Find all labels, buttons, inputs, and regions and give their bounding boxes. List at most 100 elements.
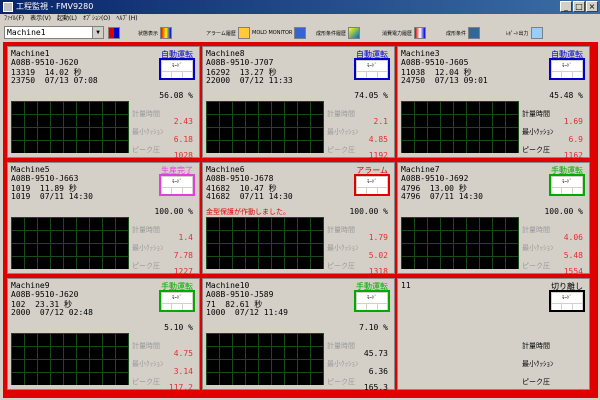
machine-grid: Machine1 A08B-9510-J620 13319 14.02 秒 23750…	[3, 42, 598, 398]
peak-pressure-value: 1028	[173, 151, 193, 160]
target-count: 24750	[401, 76, 426, 85]
peak-pressure-label: ピーク圧	[522, 146, 550, 154]
maximize-button[interactable]: □	[573, 1, 585, 12]
menu-view[interactable]: 表示(V)	[30, 14, 51, 24]
power-icon	[414, 27, 427, 39]
machine-code: A08B-9510-J620	[11, 58, 79, 67]
trend-graph	[11, 101, 129, 153]
machine-name: Machine6	[206, 165, 245, 174]
machine-panel[interactable]: Machine3 A08B-9510-J605 11038 12.04 秒 24750…	[397, 46, 590, 160]
measure-time-label: 計量時間	[327, 226, 355, 234]
target-row: 1000 07/12 11:49	[206, 308, 288, 317]
datetime: 07/11 14:30	[239, 192, 293, 201]
machine-panel[interactable]: Machine5 A08B-9510-J663 1019 11.89 秒 1019 0…	[7, 162, 200, 276]
condition-history-button[interactable]: 成形条件履歴	[316, 26, 361, 40]
machine-icon: ﾓｰﾄﾞ	[357, 293, 387, 303]
machine-name: Machine5	[11, 165, 50, 174]
measure-time-label: 計量時間	[522, 110, 550, 118]
window-title: 工程監視 - FMV9280	[16, 2, 94, 11]
trend-graph	[11, 217, 129, 269]
app-icon	[3, 2, 13, 12]
trend-graph	[206, 333, 324, 385]
progress-percent: 56.08 %	[159, 91, 193, 100]
menu-help[interactable]: ﾍﾙﾌﾟ(H)	[116, 14, 137, 24]
machine-panel[interactable]: Machine9 A08B-9510-J620 102 23.31 秒 2000 07…	[7, 278, 200, 392]
main-window: 工程監視 - FMV9280 _ □ × ﾌｧｲﾙ(F) 表示(V) 起動(L)…	[0, 0, 600, 400]
close-button[interactable]: ×	[586, 1, 598, 12]
menu-options[interactable]: ｵﾌﾟｼｮﾝ(O)	[83, 14, 110, 24]
machine-name: Machine1	[11, 49, 50, 58]
machine-code: A08B-9510-J620	[11, 290, 79, 299]
machine-icon: ﾓｰﾄﾞ	[552, 293, 582, 303]
min-cushion-label: 最小ｸｯｼｮﾝ	[522, 360, 554, 368]
conditions-button[interactable]: 成形条件	[446, 26, 481, 40]
status-indicator: ﾓｰﾄﾞ	[549, 58, 585, 80]
progress-percent: 100.00 %	[349, 207, 388, 216]
history-icon	[348, 27, 361, 39]
progress-percent: 45.48 %	[549, 91, 583, 100]
title-bar: 工程監視 - FMV9280 _ □ ×	[0, 0, 600, 14]
machine-select[interactable]: Machine1 ▼	[4, 26, 104, 39]
peak-pressure-label: ピーク圧	[522, 378, 550, 386]
datetime: 07/13 07:08	[44, 76, 98, 85]
progress-percent: 5.10 %	[164, 323, 193, 332]
status-display-button[interactable]: 状態表示	[138, 26, 173, 40]
report-output-button[interactable]: ﾚﾎﾟｰﾄ出力	[506, 26, 543, 40]
alarm-history-button[interactable]: アラーム履歴	[206, 26, 250, 40]
min-cushion-label: 最小ｸｯｼｮﾝ	[327, 360, 359, 368]
status-indicator: ﾓｰﾄﾞ	[159, 290, 195, 312]
machine-icon: ﾓｰﾄﾞ	[162, 293, 192, 303]
menu-launch[interactable]: 起動(L)	[57, 14, 77, 24]
power-history-button[interactable]: 消費電力履歴	[382, 26, 427, 40]
measure-time-label: 計量時間	[132, 226, 160, 234]
machine-name: Machine7	[401, 165, 440, 174]
datetime: 07/11 14:30	[429, 192, 483, 201]
power-history-label: 消費電力履歴	[382, 30, 413, 37]
status-indicator: ﾓｰﾄﾞ	[354, 290, 390, 312]
measure-time-value: 1.79	[368, 233, 388, 242]
machine-panel[interactable]: Machine1 A08B-9510-J620 13319 14.02 秒 23750…	[7, 46, 200, 160]
min-cushion-label: 最小ｸｯｼｮﾝ	[522, 244, 554, 252]
machine-code: A08B-9510-J678	[206, 174, 274, 183]
peak-pressure-value: 1554	[563, 267, 583, 276]
mold-monitor-button[interactable]: MOLD MONITOR	[252, 26, 307, 40]
machine-panel[interactable]: Machine7 A08B-9510-J692 4796 13.00 秒 4796 0…	[397, 162, 590, 276]
min-cushion-label: 最小ｸｯｼｮﾝ	[327, 244, 359, 252]
mold-monitor-label: MOLD MONITOR	[252, 30, 293, 36]
status-indicator: ﾓｰﾄﾞ	[354, 58, 390, 80]
machine-name: Machine10	[206, 281, 250, 290]
chevron-down-icon[interactable]: ▼	[92, 27, 103, 38]
menu-file[interactable]: ﾌｧｲﾙ(F)	[4, 14, 24, 24]
minimize-button[interactable]: _	[560, 1, 572, 12]
target-row: 22000 07/12 11:33	[206, 76, 293, 85]
target-row: 2000 07/12 02:48	[11, 308, 93, 317]
trend-graph	[401, 101, 519, 153]
min-cushion-value: 3.14	[173, 367, 193, 376]
target-row: 41682 07/11 14:30	[206, 192, 293, 201]
machine-panel[interactable]: Machine6 A08B-9510-J678 41682 10.47 秒 41682…	[202, 162, 395, 276]
condition-history-label: 成形条件履歴	[316, 30, 347, 37]
peak-pressure-label: ピーク圧	[327, 146, 355, 154]
machine-panel[interactable]: Machine8 A08B-9510-J707 16292 13.27 秒 22000…	[202, 46, 395, 160]
progress-percent: 7.10 %	[359, 323, 388, 332]
status-display-label: 状態表示	[138, 30, 159, 37]
target-count: 2000	[11, 308, 31, 317]
measure-time-value: 45.73	[363, 349, 388, 358]
target-row: 4796 07/11 14:30	[401, 192, 483, 201]
conditions-icon	[468, 27, 481, 39]
grid-view-button[interactable]	[108, 26, 122, 40]
machine-name: 11	[401, 281, 411, 290]
measure-time-label: 計量時間	[522, 342, 550, 350]
machine-panel[interactable]: 11 切り離し ﾓｰﾄﾞ 計量時間 最小ｸｯｼｮﾝ ピーク圧	[397, 278, 590, 390]
measure-time-label: 計量時間	[132, 110, 160, 118]
peak-pressure-label: ピーク圧	[327, 262, 355, 270]
machine-panel[interactable]: Machine10 A08B-9510-J589 71 82.61 秒 1000 07…	[202, 278, 395, 392]
alarm-message: 金型保護が作動しました。	[206, 208, 290, 216]
status-indicator: ﾓｰﾄﾞ	[159, 174, 195, 196]
datetime: 07/12 02:48	[39, 308, 93, 317]
min-cushion-value: 6.36	[368, 367, 388, 376]
progress-percent: 100.00 %	[154, 207, 193, 216]
machine-icon: ﾓｰﾄﾞ	[357, 177, 387, 187]
bar-chart-icon	[160, 27, 173, 39]
progress-percent: 74.05 %	[354, 91, 388, 100]
